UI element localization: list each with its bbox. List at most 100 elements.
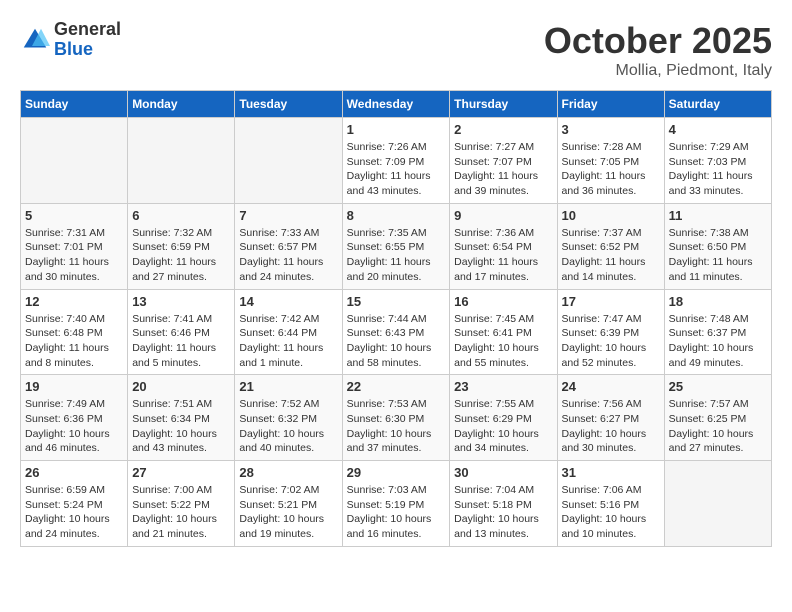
calendar-cell: 18 Sunrise: 7:48 AM Sunset: 6:37 PM Dayli… <box>664 289 771 375</box>
day-info: Sunrise: 7:44 AM Sunset: 6:43 PM Dayligh… <box>347 312 446 371</box>
day-number: 13 <box>132 294 230 309</box>
day-number: 29 <box>347 465 446 480</box>
calendar-cell: 22Sunrise: 7:53 AM Sunset: 6:30 PM Dayli… <box>342 375 450 461</box>
location-title: Mollia, Piedmont, Italy <box>544 62 772 80</box>
day-info: Sunrise: 7:03 AM Sunset: 5:19 PM Dayligh… <box>347 483 446 542</box>
day-info: Sunrise: 7:49 AM Sunset: 6:36 PM Dayligh… <box>25 397 123 456</box>
day-info: Sunrise: 7:40 AM Sunset: 6:48 PM Dayligh… <box>25 312 123 371</box>
calendar-week-row: 1 Sunrise: 7:26 AM Sunset: 7:09 PM Daylig… <box>21 118 772 204</box>
day-info: Sunrise: 7:57 AM Sunset: 6:25 PM Dayligh… <box>669 397 767 456</box>
day-info: Sunrise: 7:45 AM Sunset: 6:41 PM Dayligh… <box>454 312 552 371</box>
calendar-cell: 1 Sunrise: 7:26 AM Sunset: 7:09 PM Daylig… <box>342 118 450 204</box>
day-number: 23 <box>454 379 552 394</box>
day-info: Sunrise: 7:27 AM Sunset: 7:07 PM Dayligh… <box>454 140 552 199</box>
calendar-cell <box>664 461 771 547</box>
day-number: 21 <box>239 379 337 394</box>
day-info: Sunrise: 7:31 AM Sunset: 7:01 PM Dayligh… <box>25 226 123 285</box>
day-info: Sunrise: 6:59 AM Sunset: 5:24 PM Dayligh… <box>25 483 123 542</box>
logo-blue: Blue <box>54 39 93 59</box>
calendar-week-row: 12 Sunrise: 7:40 AM Sunset: 6:48 PM Dayli… <box>21 289 772 375</box>
calendar-cell: 29 Sunrise: 7:03 AM Sunset: 5:19 PM Dayli… <box>342 461 450 547</box>
day-number: 3 <box>562 122 660 137</box>
day-info: Sunrise: 7:47 AM Sunset: 6:39 PM Dayligh… <box>562 312 660 371</box>
day-info: Sunrise: 7:04 AM Sunset: 5:18 PM Dayligh… <box>454 483 552 542</box>
calendar-week-row: 26 Sunrise: 6:59 AM Sunset: 5:24 PM Dayli… <box>21 461 772 547</box>
logo: General Blue <box>20 20 121 60</box>
day-number: 16 <box>454 294 552 309</box>
calendar-cell: 10 Sunrise: 7:37 AM Sunset: 6:52 PM Dayli… <box>557 203 664 289</box>
calendar-cell: 14Sunrise: 7:42 AM Sunset: 6:44 PM Dayli… <box>235 289 342 375</box>
day-info: Sunrise: 7:52 AM Sunset: 6:32 PM Dayligh… <box>239 397 337 456</box>
day-info: Sunrise: 7:26 AM Sunset: 7:09 PM Dayligh… <box>347 140 446 199</box>
day-number: 18 <box>669 294 767 309</box>
day-number: 27 <box>132 465 230 480</box>
calendar-cell: 2 Sunrise: 7:27 AM Sunset: 7:07 PM Daylig… <box>450 118 557 204</box>
calendar-cell: 4 Sunrise: 7:29 AM Sunset: 7:03 PM Daylig… <box>664 118 771 204</box>
weekday-header: Friday <box>557 91 664 118</box>
calendar-cell: 6 Sunrise: 7:32 AM Sunset: 6:59 PM Daylig… <box>128 203 235 289</box>
day-info: Sunrise: 7:53 AM Sunset: 6:30 PM Dayligh… <box>347 397 446 456</box>
calendar-cell: 25 Sunrise: 7:57 AM Sunset: 6:25 PM Dayli… <box>664 375 771 461</box>
day-info: Sunrise: 7:56 AM Sunset: 6:27 PM Dayligh… <box>562 397 660 456</box>
day-info: Sunrise: 7:37 AM Sunset: 6:52 PM Dayligh… <box>562 226 660 285</box>
day-info: Sunrise: 7:55 AM Sunset: 6:29 PM Dayligh… <box>454 397 552 456</box>
calendar-week-row: 5Sunrise: 7:31 AM Sunset: 7:01 PM Daylig… <box>21 203 772 289</box>
day-info: Sunrise: 7:29 AM Sunset: 7:03 PM Dayligh… <box>669 140 767 199</box>
calendar-cell: 24Sunrise: 7:56 AM Sunset: 6:27 PM Dayli… <box>557 375 664 461</box>
day-info: Sunrise: 7:38 AM Sunset: 6:50 PM Dayligh… <box>669 226 767 285</box>
logo-icon <box>20 25 50 55</box>
calendar-cell: 17 Sunrise: 7:47 AM Sunset: 6:39 PM Dayli… <box>557 289 664 375</box>
day-info: Sunrise: 7:41 AM Sunset: 6:46 PM Dayligh… <box>132 312 230 371</box>
day-number: 4 <box>669 122 767 137</box>
calendar-table: SundayMondayTuesdayWednesdayThursdayFrid… <box>20 90 772 547</box>
day-info: Sunrise: 7:35 AM Sunset: 6:55 PM Dayligh… <box>347 226 446 285</box>
calendar-cell: 12 Sunrise: 7:40 AM Sunset: 6:48 PM Dayli… <box>21 289 128 375</box>
calendar-cell: 11 Sunrise: 7:38 AM Sunset: 6:50 PM Dayli… <box>664 203 771 289</box>
day-info: Sunrise: 7:00 AM Sunset: 5:22 PM Dayligh… <box>132 483 230 542</box>
weekday-header: Sunday <box>21 91 128 118</box>
day-number: 17 <box>562 294 660 309</box>
day-info: Sunrise: 7:33 AM Sunset: 6:57 PM Dayligh… <box>239 226 337 285</box>
day-number: 15 <box>347 294 446 309</box>
calendar-cell: 5Sunrise: 7:31 AM Sunset: 7:01 PM Daylig… <box>21 203 128 289</box>
weekday-header: Monday <box>128 91 235 118</box>
calendar-cell: 28Sunrise: 7:02 AM Sunset: 5:21 PM Dayli… <box>235 461 342 547</box>
day-info: Sunrise: 7:32 AM Sunset: 6:59 PM Dayligh… <box>132 226 230 285</box>
calendar-cell: 9Sunrise: 7:36 AM Sunset: 6:54 PM Daylig… <box>450 203 557 289</box>
logo-text: General Blue <box>54 20 121 60</box>
calendar-cell: 15 Sunrise: 7:44 AM Sunset: 6:43 PM Dayli… <box>342 289 450 375</box>
weekday-header: Saturday <box>664 91 771 118</box>
month-title: October 2025 <box>544 20 772 62</box>
day-number: 19 <box>25 379 123 394</box>
day-number: 7 <box>239 208 337 223</box>
weekday-header: Thursday <box>450 91 557 118</box>
calendar-cell <box>21 118 128 204</box>
day-number: 28 <box>239 465 337 480</box>
day-number: 25 <box>669 379 767 394</box>
calendar-cell: 19 Sunrise: 7:49 AM Sunset: 6:36 PM Dayli… <box>21 375 128 461</box>
day-info: Sunrise: 7:51 AM Sunset: 6:34 PM Dayligh… <box>132 397 230 456</box>
day-number: 2 <box>454 122 552 137</box>
weekday-header: Tuesday <box>235 91 342 118</box>
day-info: Sunrise: 7:48 AM Sunset: 6:37 PM Dayligh… <box>669 312 767 371</box>
calendar-header-row: SundayMondayTuesdayWednesdayThursdayFrid… <box>21 91 772 118</box>
weekday-header: Wednesday <box>342 91 450 118</box>
calendar-cell <box>128 118 235 204</box>
day-info: Sunrise: 7:06 AM Sunset: 5:16 PM Dayligh… <box>562 483 660 542</box>
day-number: 1 <box>347 122 446 137</box>
calendar-cell: 20Sunrise: 7:51 AM Sunset: 6:34 PM Dayli… <box>128 375 235 461</box>
calendar-cell <box>235 118 342 204</box>
day-number: 26 <box>25 465 123 480</box>
day-number: 11 <box>669 208 767 223</box>
day-number: 12 <box>25 294 123 309</box>
calendar-cell: 31Sunrise: 7:06 AM Sunset: 5:16 PM Dayli… <box>557 461 664 547</box>
day-number: 10 <box>562 208 660 223</box>
calendar-cell: 27 Sunrise: 7:00 AM Sunset: 5:22 PM Dayli… <box>128 461 235 547</box>
day-info: Sunrise: 7:28 AM Sunset: 7:05 PM Dayligh… <box>562 140 660 199</box>
logo-general: General <box>54 19 121 39</box>
day-info: Sunrise: 7:36 AM Sunset: 6:54 PM Dayligh… <box>454 226 552 285</box>
title-block: October 2025 Mollia, Piedmont, Italy <box>544 20 772 80</box>
day-number: 30 <box>454 465 552 480</box>
day-number: 6 <box>132 208 230 223</box>
day-info: Sunrise: 7:42 AM Sunset: 6:44 PM Dayligh… <box>239 312 337 371</box>
